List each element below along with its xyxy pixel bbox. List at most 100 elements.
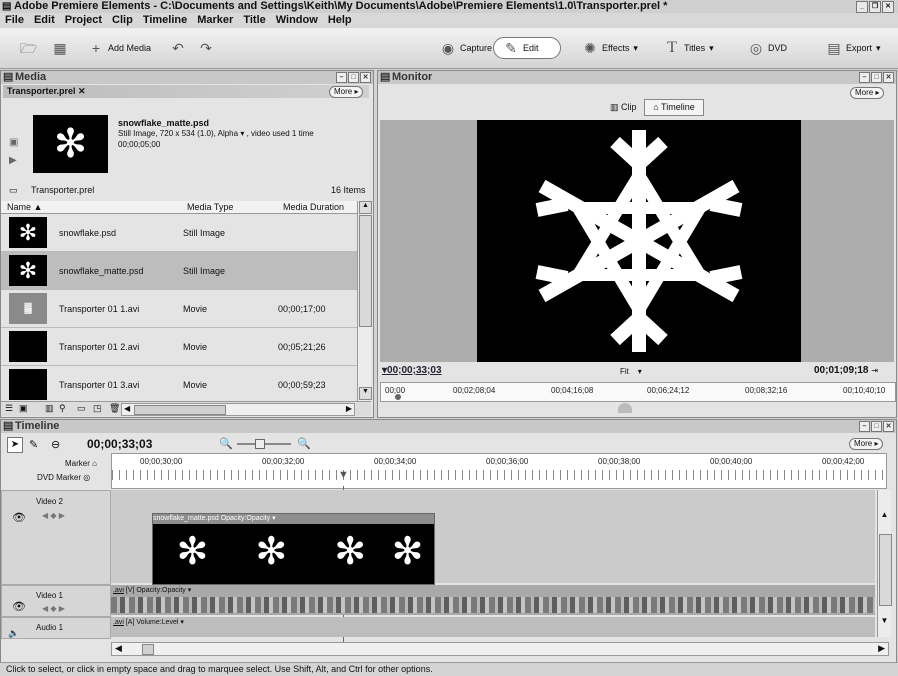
clip-transporter-video[interactable]: .avi [V] Opacity:Opacity ▾ xyxy=(111,585,875,615)
timeline-more-button[interactable]: More ▸ xyxy=(849,438,884,450)
monitor-playhead[interactable] xyxy=(395,394,401,400)
media-vscrollbar[interactable]: ▲ ▼ xyxy=(357,201,372,401)
panel-close-button[interactable]: ✕ xyxy=(883,72,894,83)
camera-icon[interactable]: ▣ xyxy=(9,137,18,148)
clip-transporter-audio[interactable]: .avi [A] Volume:Level ▾ xyxy=(111,617,875,637)
panel-close-button[interactable]: ✕ xyxy=(360,72,371,83)
track-visibility-icon[interactable]: 👁 xyxy=(12,511,26,524)
menu-file[interactable]: File xyxy=(0,13,29,27)
save-icon[interactable]: ▦ xyxy=(52,40,68,56)
zoom-slider[interactable] xyxy=(237,439,291,449)
new-item-icon[interactable]: ◳ xyxy=(93,403,102,414)
track-visibility-icon[interactable]: 👁 xyxy=(12,600,26,613)
clip-tab[interactable]: ▥ Clip xyxy=(610,102,637,113)
timeline-ruler[interactable]: 00;00;30;00 00;00;32;00 00;00;34;00 00;0… xyxy=(111,453,887,489)
media-row[interactable]: ▓ Transporter 01 1.avi Movie 00;00;17;00 xyxy=(1,290,357,328)
add-media-button[interactable]: + Add Media xyxy=(88,40,151,56)
menu-edit[interactable]: Edit xyxy=(29,13,60,27)
scroll-thumb[interactable] xyxy=(142,644,154,655)
razor-tool-icon[interactable]: ✎ xyxy=(29,438,38,451)
monitor-current-time[interactable]: ▾00;00;33;03 xyxy=(382,365,442,376)
open-project-icon[interactable]: 🗁 xyxy=(20,40,37,56)
panel-max-button[interactable]: □ xyxy=(348,72,359,83)
scroll-thumb[interactable] xyxy=(359,215,372,327)
redo-icon[interactable]: ↷ xyxy=(198,40,214,56)
keyframe-nav-icon[interactable]: ◀ ◆ ▶ xyxy=(42,511,65,520)
scroll-down-icon[interactable]: ▼ xyxy=(359,387,372,400)
menu-timeline[interactable]: Timeline xyxy=(138,13,192,27)
panel-max-button[interactable]: □ xyxy=(871,421,882,432)
zoom-in-icon[interactable]: 🔍 xyxy=(297,437,311,450)
delete-icon[interactable]: 🗑 xyxy=(109,403,120,414)
media-hscrollbar[interactable]: ◀ ▶ xyxy=(121,403,355,416)
keyframe-nav-icon[interactable]: ◀ ◆ ▶ xyxy=(42,604,65,613)
menu-title[interactable]: Title xyxy=(238,13,270,27)
panel-min-button[interactable]: – xyxy=(859,421,870,432)
scroll-left-icon[interactable]: ◀ xyxy=(115,643,122,654)
timeline-current-time[interactable]: 00;00;33;03 xyxy=(87,437,152,451)
media-row[interactable]: ✻ snowflake.psd Still Image xyxy=(1,214,357,252)
playhead-marker-icon[interactable]: ▼ xyxy=(338,469,349,481)
undo-icon[interactable]: ↶ xyxy=(170,40,186,56)
panel-max-button[interactable]: □ xyxy=(871,72,882,83)
alpha-dropdown-icon[interactable]: ▾ xyxy=(240,129,244,138)
clip-snowflake-matte[interactable]: snowflake_matte.psd Opacity:Opacity ▾ ✻ ✻… xyxy=(152,513,435,585)
monitor-more-button[interactable]: More ▸ xyxy=(850,87,885,99)
media-more-button[interactable]: More ▸ xyxy=(329,86,364,98)
col-media-duration[interactable]: Media Duration xyxy=(283,201,344,213)
titles-button[interactable]: T Titles ▾ xyxy=(664,40,714,56)
fx-dropdown-icon[interactable]: ▾ xyxy=(180,619,184,626)
export-button[interactable]: ▤ Export ▾ xyxy=(826,40,880,56)
timeline-tab[interactable]: ⌂ Timeline xyxy=(644,99,704,116)
icon-view-icon[interactable]: ▣ xyxy=(19,403,28,414)
capture-button[interactable]: ◉ Capture xyxy=(440,40,492,56)
scroll-up-icon[interactable]: ▲ xyxy=(359,201,372,214)
tab-close-icon[interactable]: ✕ xyxy=(78,86,86,96)
scroll-right-icon[interactable]: ▶ xyxy=(878,643,885,654)
play-icon[interactable]: ▶ xyxy=(9,155,17,166)
panel-close-button[interactable]: ✕ xyxy=(883,421,894,432)
media-row-selected[interactable]: ✻ snowflake_matte.psd Still Image xyxy=(1,252,357,290)
edit-button[interactable]: ✎ Edit xyxy=(503,40,538,56)
scroll-right-icon[interactable]: ▶ xyxy=(346,404,352,413)
fx-dropdown-icon[interactable]: ▾ xyxy=(272,515,276,522)
zoom-out-icon[interactable]: 🔍 xyxy=(219,437,233,450)
dvd-marker-icon[interactable]: ◎ xyxy=(83,473,90,482)
zoom-slider-thumb[interactable] xyxy=(255,439,265,449)
effects-button[interactable]: ✺ Effects ▾ xyxy=(582,40,638,56)
bin-icon[interactable]: ▭ xyxy=(9,185,18,196)
menu-marker[interactable]: Marker xyxy=(192,13,238,27)
new-bin-icon[interactable]: ▭ xyxy=(77,403,86,414)
restore-button[interactable]: ❐ xyxy=(869,1,881,13)
panel-min-button[interactable]: – xyxy=(336,72,347,83)
list-view-icon[interactable]: ☰ xyxy=(5,403,13,414)
panel-min-button[interactable]: – xyxy=(859,72,870,83)
scroll-down-icon[interactable]: ▼ xyxy=(879,616,890,626)
media-row[interactable]: Transporter 01 2.avi Movie 00;05;21;26 xyxy=(1,328,357,366)
close-button[interactable]: ✕ xyxy=(882,1,894,13)
scroll-up-icon[interactable]: ▲ xyxy=(879,510,890,520)
scroll-thumb[interactable] xyxy=(879,534,892,606)
speaker-icon[interactable]: 🔈 xyxy=(8,628,19,639)
col-name[interactable]: Name ▲ xyxy=(7,201,42,213)
fx-dropdown-icon[interactable]: ▾ xyxy=(188,587,192,594)
menu-help[interactable]: Help xyxy=(323,13,357,27)
selection-tool-icon[interactable]: ➤ xyxy=(7,437,23,453)
zoom-tool-icon[interactable]: ⊖ xyxy=(51,438,60,451)
monitor-time-ruler[interactable]: 00;00 00;02;08;04 00;04;16;08 00;06;24;1… xyxy=(380,382,896,402)
video-frame[interactable] xyxy=(477,120,801,362)
scroll-left-icon[interactable]: ◀ xyxy=(124,404,130,413)
find-icon[interactable]: ⚲ xyxy=(59,403,66,414)
menu-window[interactable]: Window xyxy=(271,13,323,27)
automate-icon[interactable]: ▥ xyxy=(45,403,54,414)
menu-project[interactable]: Project xyxy=(60,13,107,27)
jog-wheel[interactable] xyxy=(618,403,632,413)
minimize-button[interactable]: _ xyxy=(856,1,868,13)
marker-icon[interactable]: ⌂ xyxy=(92,459,97,468)
col-media-type[interactable]: Media Type xyxy=(187,201,233,213)
fit-dropdown[interactable]: Fit ▾ xyxy=(620,367,642,376)
timeline-vscrollbar[interactable]: ▲ ▼ xyxy=(877,490,892,637)
media-row[interactable]: Transporter 01 3.avi Movie 00;00;59;23 xyxy=(1,366,357,404)
scroll-thumb[interactable] xyxy=(134,405,226,415)
menu-clip[interactable]: Clip xyxy=(107,13,138,27)
